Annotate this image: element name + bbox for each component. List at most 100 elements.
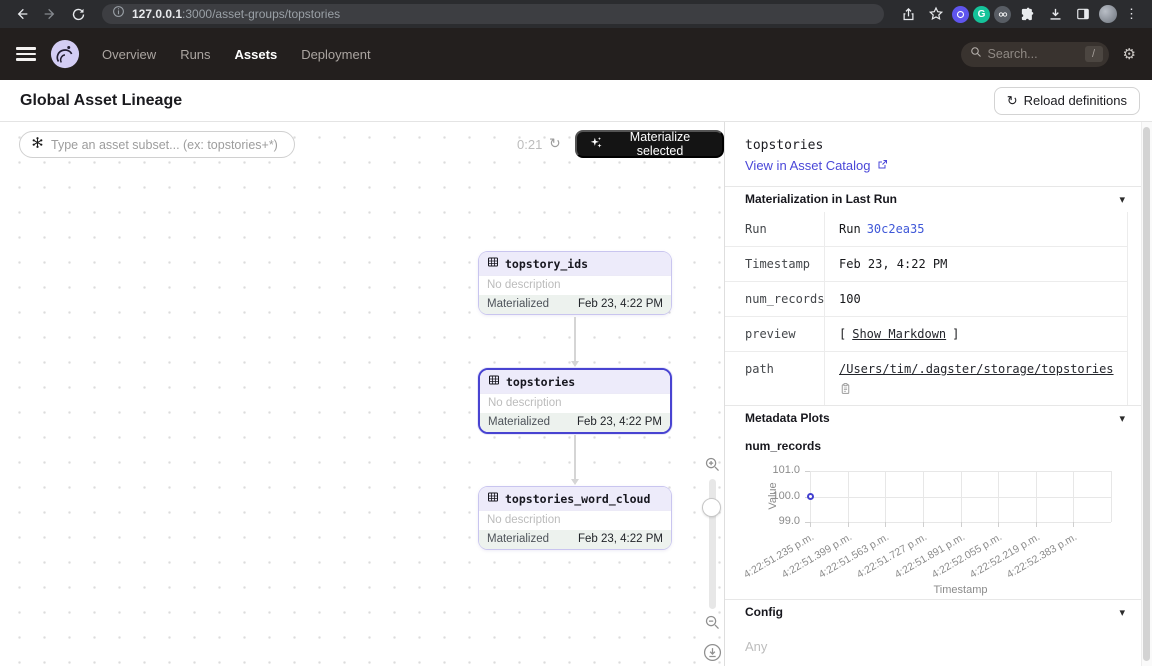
- table-row: path /Users/tim/.dagster/storage/topstor…: [725, 352, 1127, 405]
- chart-gl: [1036, 471, 1037, 522]
- search-icon: [970, 45, 982, 63]
- browser-chrome: 127.0.0.1:3000/asset-groups/topstories G…: [0, 0, 1152, 28]
- sidebar-asset-name: topstories: [745, 138, 1121, 153]
- search-box[interactable]: /: [961, 42, 1109, 67]
- chart-pt: [807, 493, 814, 500]
- extension-1password-icon[interactable]: [952, 6, 969, 23]
- asset-node-topstory-ids[interactable]: topstory_ids No description Materialized…: [478, 251, 672, 315]
- section-materialization-last-run[interactable]: Materialization in Last Run ▾: [725, 186, 1141, 212]
- bookmark-star-icon[interactable]: [924, 3, 948, 25]
- nav-tab-deployment[interactable]: Deployment: [301, 47, 370, 62]
- asset-subset-filter[interactable]: [19, 131, 295, 158]
- share-icon[interactable]: [896, 3, 920, 25]
- chart-tick: [998, 522, 999, 527]
- nav-tab-runs[interactable]: Runs: [180, 47, 210, 62]
- copy-icon[interactable]: [839, 382, 852, 395]
- nav-tab-assets[interactable]: Assets: [235, 47, 278, 62]
- back-icon[interactable]: [10, 3, 34, 25]
- lineage-edge: [574, 317, 576, 361]
- asset-subset-input[interactable]: [51, 138, 283, 152]
- chart-gl: [1111, 471, 1112, 522]
- nav-tabs: Overview Runs Assets Deployment: [102, 47, 371, 62]
- table-row: Timestamp Feb 23, 4:22 PM: [725, 247, 1127, 282]
- search-shortcut-badge: /: [1085, 46, 1103, 62]
- asset-lineage-graph: 0:21 ↻ Materialize selected topstory_ids…: [0, 122, 725, 666]
- chrome-menu-icon[interactable]: ⋮: [1121, 6, 1142, 22]
- table-row: num_records 100: [725, 282, 1127, 317]
- chart-gl: [885, 471, 886, 522]
- node-description: No description: [479, 275, 671, 295]
- chart-tick: [810, 522, 811, 527]
- node-status-row: MaterializedFeb 23, 4:22 PM: [479, 530, 671, 549]
- chart-tick: [885, 522, 886, 527]
- url-bar[interactable]: 127.0.0.1:3000/asset-groups/topstories: [102, 4, 884, 24]
- zoom-to-fit-icon[interactable]: [703, 643, 722, 666]
- chart-tick: [848, 522, 849, 527]
- external-link-icon: [877, 158, 889, 173]
- chart-gl: [998, 471, 999, 522]
- caret-down-icon: ▾: [1119, 412, 1125, 425]
- chart-ylab: 101.0: [725, 464, 800, 476]
- extension-glasses-icon[interactable]: [994, 6, 1011, 23]
- chart-gl: [848, 471, 849, 522]
- page-header: Global Asset Lineage ↻ Reload definition…: [0, 80, 1152, 122]
- dagster-logo[interactable]: [50, 39, 80, 69]
- node-status-row: MaterializedFeb 23, 4:22 PM: [480, 413, 670, 432]
- chart-tick: [1036, 522, 1037, 527]
- config-value: Any: [725, 625, 1141, 666]
- chart-vlab: Value: [767, 476, 779, 516]
- metadata-plot-chart: 101.0100.099.04:22:51.235 p.m.4:22:51.39…: [725, 457, 1141, 599]
- lineage-edge: [574, 435, 576, 479]
- settings-gear-icon[interactable]: ⚙: [1123, 45, 1136, 63]
- extension-grammarly-icon[interactable]: G: [973, 6, 990, 23]
- table-row: Run Run 30c2ea35: [725, 212, 1127, 247]
- materialize-timer: 0:21: [517, 137, 542, 152]
- section-metadata-plots[interactable]: Metadata Plots ▾: [725, 405, 1141, 431]
- zoom-in-icon[interactable]: [704, 456, 721, 478]
- sparkle-icon: [589, 136, 603, 153]
- forward-icon[interactable]: [38, 3, 62, 25]
- url-text: 127.0.0.1:3000/asset-groups/topstories: [132, 7, 340, 21]
- extensions-puzzle-icon[interactable]: [1015, 3, 1039, 25]
- view-in-asset-catalog-link[interactable]: View in Asset Catalog: [745, 158, 889, 173]
- reload-definitions-button[interactable]: ↻ Reload definitions: [994, 87, 1140, 115]
- chart-gl: [923, 471, 924, 522]
- chart-gl: [961, 471, 962, 522]
- materialize-selected-button[interactable]: Materialize selected: [575, 130, 724, 158]
- chart-tick: [923, 522, 924, 527]
- show-markdown-link[interactable]: Show Markdown: [852, 327, 946, 341]
- asset-node-topstories-word-cloud[interactable]: topstories_word_cloud No description Mat…: [478, 486, 672, 550]
- side-panel-icon[interactable]: [1071, 3, 1095, 25]
- chart-tick: [1073, 522, 1074, 527]
- search-input[interactable]: [988, 47, 1079, 61]
- table-row: preview [Show Markdown]: [725, 317, 1127, 352]
- caret-down-icon: ▾: [1119, 193, 1125, 206]
- page-title: Global Asset Lineage: [20, 92, 182, 110]
- site-info-icon[interactable]: [112, 5, 125, 23]
- node-status-row: MaterializedFeb 23, 4:22 PM: [479, 295, 671, 314]
- sidebar-scrollbar[interactable]: [1141, 122, 1152, 666]
- hamburger-menu-icon[interactable]: [16, 47, 36, 61]
- timer-refresh-icon[interactable]: ↻: [549, 135, 561, 152]
- scrollbar-thumb[interactable]: [1143, 127, 1150, 661]
- caret-down-icon: ▾: [1119, 606, 1125, 619]
- chart-gl: [1073, 471, 1074, 522]
- asset-details-sidebar: topstories View in Asset Catalog Materia…: [725, 122, 1152, 666]
- path-link[interactable]: /Users/tim/.dagster/storage/topstories: [839, 362, 1114, 376]
- refresh-icon: ↻: [1007, 93, 1018, 109]
- run-id-link[interactable]: 30c2ea35: [867, 222, 925, 236]
- chart-xtitle: Timestamp: [921, 584, 1001, 596]
- table-grid-icon: [487, 491, 499, 506]
- nav-tab-overview[interactable]: Overview: [102, 47, 156, 62]
- asset-subset-icon: [31, 136, 44, 154]
- chart-ylab: 99.0: [725, 515, 800, 527]
- downloads-icon[interactable]: [1043, 3, 1067, 25]
- reload-icon[interactable]: [66, 3, 90, 25]
- asset-node-topstories[interactable]: topstories No description MaterializedFe…: [478, 368, 672, 434]
- zoom-slider-handle[interactable]: [702, 498, 721, 517]
- node-description: No description: [479, 510, 671, 530]
- node-description: No description: [480, 393, 670, 413]
- plot-title: num_records: [725, 431, 1141, 457]
- profile-avatar[interactable]: [1099, 5, 1117, 23]
- chart-tick: [961, 522, 962, 527]
